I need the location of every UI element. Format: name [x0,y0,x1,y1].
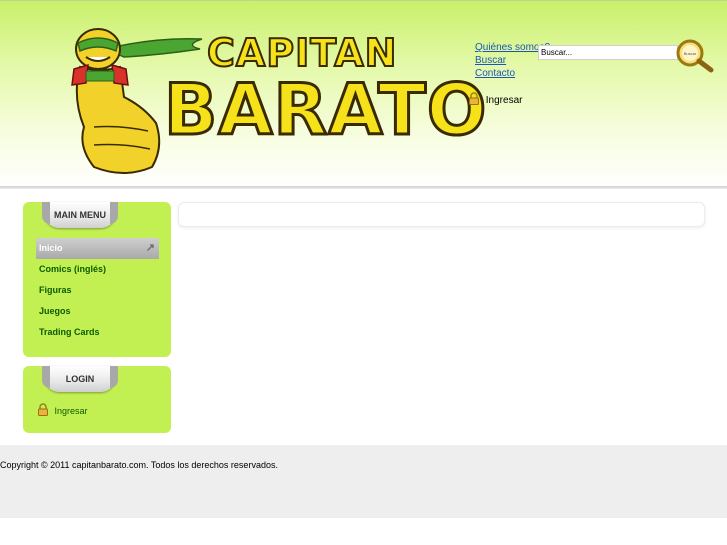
menu-item-label: Inicio [39,243,63,253]
lock-icon [38,403,48,416]
main-menu-module: MAIN MENU Inicio ↗ Comics (inglés) Figur… [23,202,171,357]
header-login-link[interactable]: Ingresar [469,92,522,108]
main-menu-tab: MAIN MENU [42,202,118,228]
logo-text-barato: BARATO [162,68,488,153]
menu-item-trading-cards[interactable]: Trading Cards [36,322,159,343]
login-link[interactable]: Ingresar [38,403,88,418]
login-link-label: Ingresar [54,406,88,416]
magnifier-icon[interactable]: Buscar [674,37,716,73]
site-footer: Copyright © 2011 capitanbarato.com. Todo… [0,445,727,518]
search-button-label: Buscar [684,51,697,56]
site-logo[interactable]: CAPITAN BARATO [64,27,488,177]
copyright-text: Copyright © 2011 capitanbarato.com. Todo… [0,460,278,470]
menu-item-label: Figuras [39,285,72,295]
menu-item-label: Juegos [39,306,71,316]
menu-item-inicio[interactable]: Inicio ↗ [36,238,159,259]
content-area [178,202,705,227]
header-divider [0,186,727,189]
menu-item-label: Trading Cards [39,327,100,337]
login-title: LOGIN [65,374,95,384]
arrow-up-right-icon: ↗ [145,242,155,254]
menu-item-label: Comics (inglés) [39,264,107,274]
search-input[interactable]: Buscar... [538,45,678,60]
site-header: CAPITAN BARATO Quiénes somos? Buscar Con… [0,0,727,187]
login-module: LOGIN Ingresar [23,366,171,433]
login-tab: LOGIN [42,366,118,392]
main-menu-title: MAIN MENU [54,210,106,220]
link-contacto[interactable]: Contacto [475,67,550,80]
menu-item-juegos[interactable]: Juegos [36,301,159,322]
menu-item-comics[interactable]: Comics (inglés) [36,259,159,280]
main-menu-list: Inicio ↗ Comics (inglés) Figuras Juegos … [36,238,159,343]
menu-item-figuras[interactable]: Figuras [36,280,159,301]
lock-icon [469,92,479,105]
header-login-label: Ingresar [485,95,523,106]
